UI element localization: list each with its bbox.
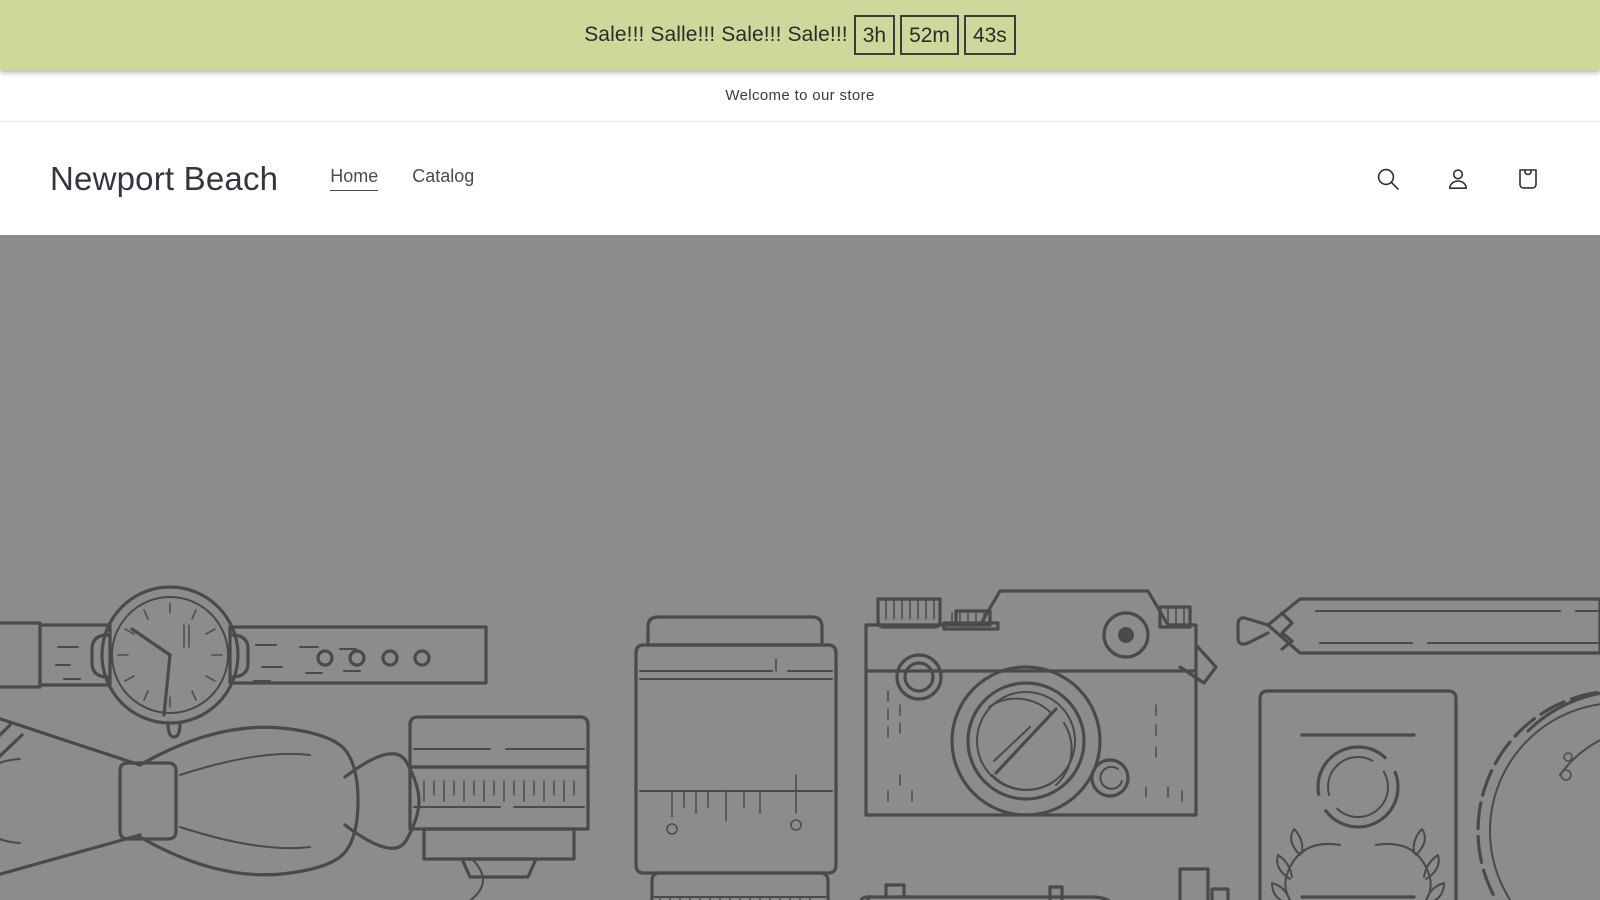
pencil-illustration — [1236, 597, 1600, 655]
notebook-illustration — [859, 883, 1111, 900]
hero-banner — [0, 235, 1600, 900]
account-icon — [1445, 166, 1471, 192]
search-icon — [1375, 166, 1401, 192]
watch-illustration — [0, 585, 488, 739]
award-certificate-illustration — [1258, 689, 1458, 900]
main-navigation: Home Catalog — [330, 166, 474, 192]
search-button[interactable] — [1366, 157, 1410, 201]
countdown-minutes: 52m — [900, 15, 959, 55]
cart-icon — [1515, 166, 1541, 192]
utility-bar: Welcome to our store — [0, 70, 1600, 122]
nav-link-home[interactable]: Home — [330, 166, 379, 192]
announcement-inner: Sale!!! Salle!!! Sale!!! Sale!!! 3h 52m … — [584, 15, 1016, 55]
bowtie-illustration — [0, 717, 421, 877]
plates-illustration — [1476, 690, 1600, 900]
header-actions — [1366, 157, 1550, 201]
welcome-message: Welcome to our store — [725, 87, 875, 104]
nav-link-catalog[interactable]: Catalog — [412, 166, 474, 191]
camera-lens-small-illustration — [408, 715, 590, 879]
announcement-bar: Sale!!! Salle!!! Sale!!! Sale!!! 3h 52m … — [0, 0, 1600, 70]
countdown-timer: 3h 52m 43s — [853, 15, 1016, 55]
site-header: Newport Beach Home Catalog — [0, 122, 1600, 235]
countdown-seconds: 43s — [963, 15, 1016, 55]
cart-button[interactable] — [1506, 157, 1550, 201]
hero-placeholder-illustration — [0, 585, 1600, 900]
account-button[interactable] — [1436, 157, 1480, 201]
announcement-message: Sale!!! Salle!!! Sale!!! Sale!!! — [584, 23, 848, 46]
pen-illustration — [1178, 867, 1230, 900]
countdown-hours: 3h — [853, 15, 896, 55]
vintage-camera-illustration — [864, 589, 1218, 817]
brand-logo[interactable]: Newport Beach — [50, 162, 278, 195]
telephoto-lens-illustration — [634, 615, 838, 900]
